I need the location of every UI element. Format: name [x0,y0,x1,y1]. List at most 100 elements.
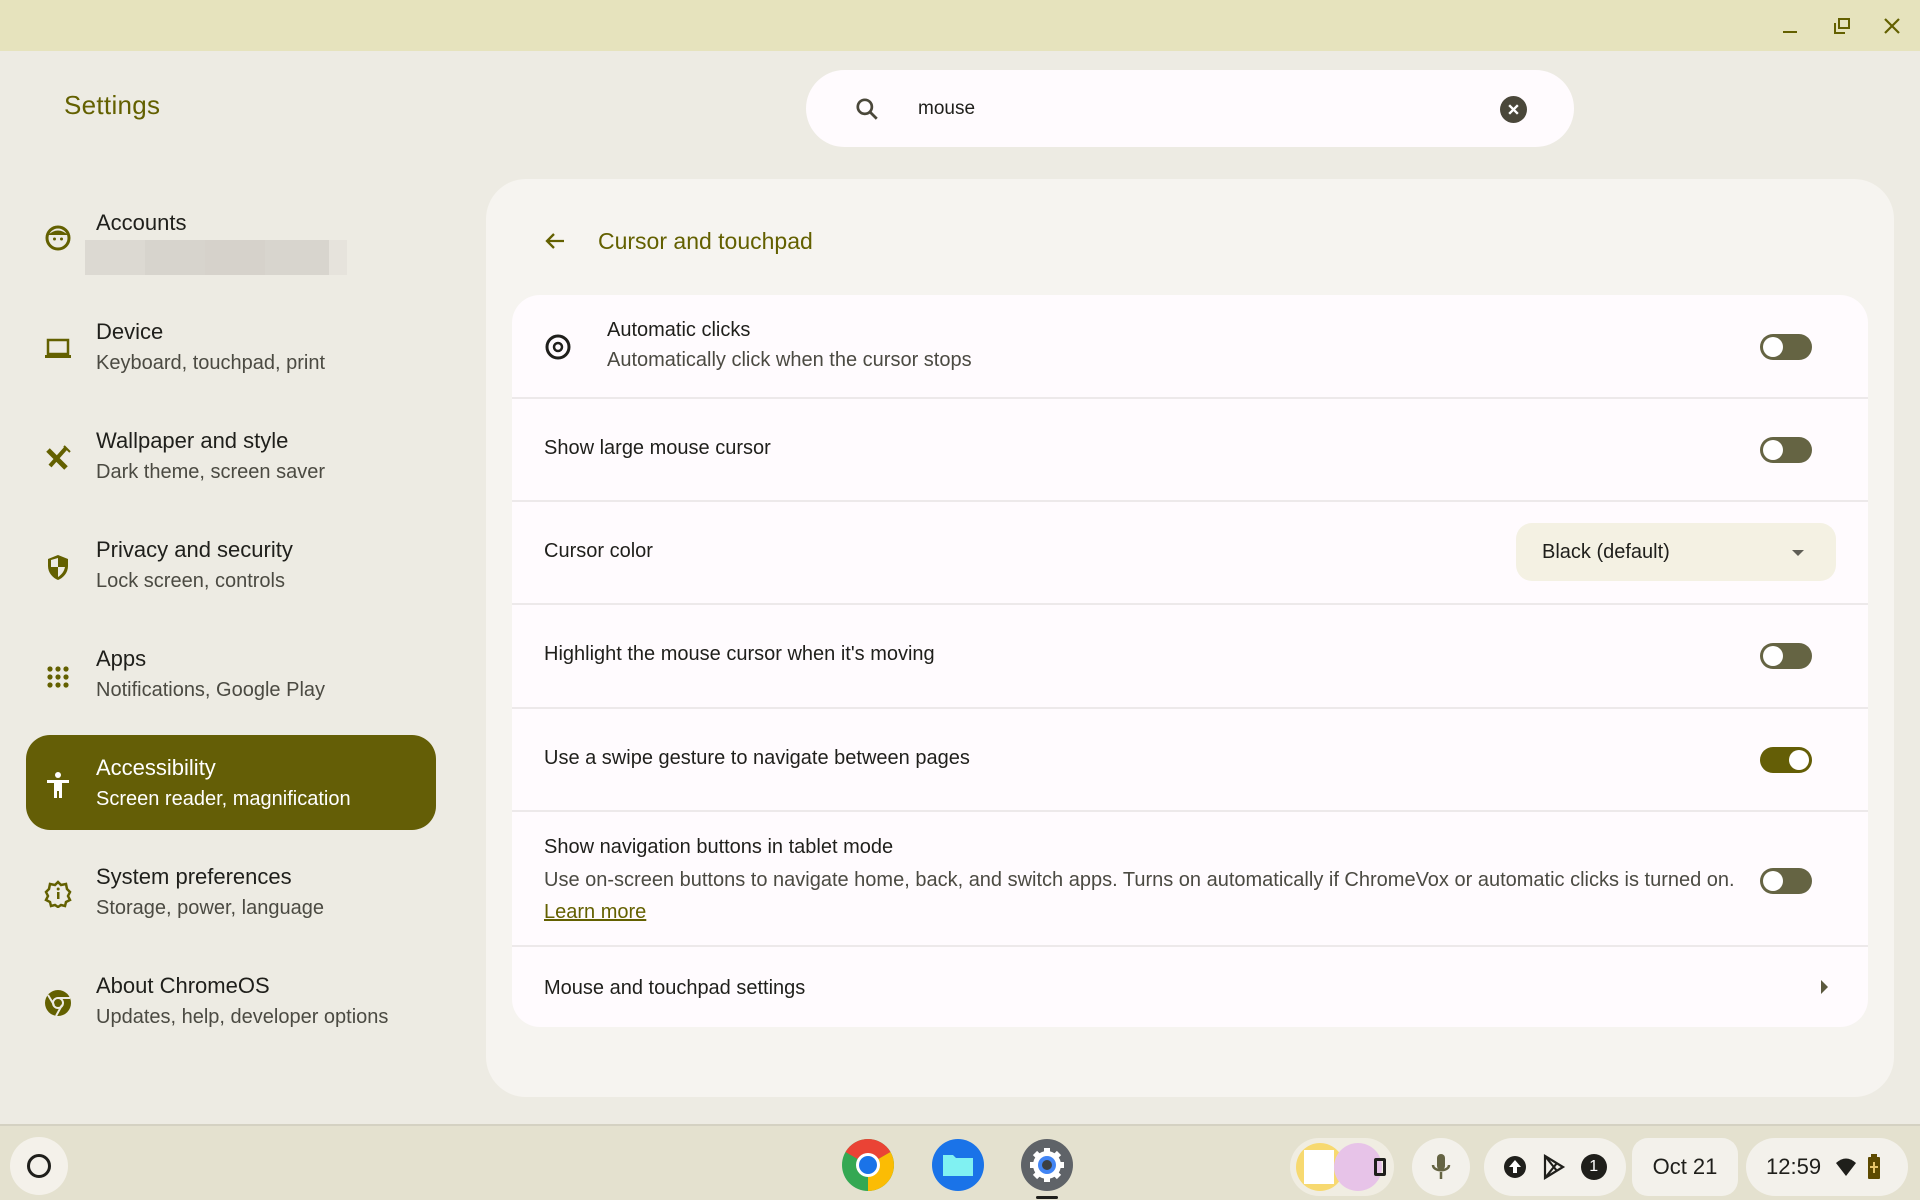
highlight-cursor-toggle[interactable] [1760,643,1812,669]
row-title: Use a swipe gesture to navigate between … [544,747,970,769]
sidebar-item-about-chromeos[interactable]: About ChromeOS Updates, help, developer … [26,953,436,1048]
sidebar-item-sub: Dark theme, screen saver [96,461,325,483]
toggle-knob [1763,440,1783,460]
sidebar-item-label: About ChromeOS [96,973,270,998]
toggle-knob [1763,646,1783,666]
cursor-color-dropdown[interactable]: Black (default) [1516,523,1836,581]
back-button[interactable] [540,226,570,256]
restore-button[interactable] [1828,12,1856,40]
row-desc: Automatically click when the cursor stop… [607,349,972,371]
shield-icon [44,553,72,581]
clear-search-button[interactable] [1500,96,1527,123]
gear-info-icon [44,880,72,908]
search-input[interactable] [918,90,1478,128]
chrome-app-icon[interactable] [841,1138,895,1192]
minimize-icon [1783,31,1797,33]
minimize-button[interactable] [1776,12,1804,40]
row-title: Show navigation buttons in tablet mode [544,836,894,858]
sidebar-item-sub: Updates, help, developer options [96,1006,389,1028]
sidebar-nav: Accounts Device Keyboard, touchpad, prin… [26,190,436,1062]
highlight-cursor-row[interactable]: Highlight the mouse cursor when it's mov… [512,605,1868,709]
redacted-account-email [85,240,347,275]
apps-grid-icon [44,662,72,690]
close-button[interactable] [1878,12,1906,40]
holding-space-tray[interactable] [1290,1138,1394,1196]
status-icons-tray[interactable]: 1 [1484,1138,1626,1196]
sidebar-item-wallpaper[interactable]: Wallpaper and style Dark theme, screen s… [26,408,436,503]
launcher-button[interactable] [10,1137,68,1195]
active-app-indicator [1036,1196,1058,1199]
title-bar [0,0,1920,51]
row-desc: Use on-screen buttons to navigate home, … [544,864,1744,928]
sidebar-item-label: Apps [96,646,147,671]
automatic-clicks-toggle[interactable] [1760,334,1812,360]
sidebar-item-sub: Lock screen, controls [96,570,285,592]
wifi-icon [1836,1158,1857,1176]
files-app-icon[interactable] [931,1138,985,1192]
sidebar-item-apps[interactable]: Apps Notifications, Google Play [26,626,436,721]
sidebar-item-privacy[interactable]: Privacy and security Lock screen, contro… [26,517,436,612]
tablet-nav-buttons-row[interactable]: Show navigation buttons in tablet mode U… [512,812,1868,947]
large-cursor-row[interactable]: Show large mouse cursor [512,399,1868,502]
google-play-icon [1543,1154,1566,1180]
sidebar-item-label: System preferences [96,864,292,889]
row-desc-text: Use on-screen buttons to navigate home, … [544,869,1735,891]
sidebar-item-label: Accessibility [96,755,216,780]
holding-space-preview [1304,1150,1334,1184]
swipe-gesture-toggle[interactable] [1760,747,1812,773]
subpage-header: Cursor and touchpad [540,221,813,261]
sidebar-item-sub: Notifications, Google Play [96,679,326,701]
phone-hub-icon [1374,1158,1386,1176]
accessibility-icon [44,771,72,799]
cursor-color-row: Cursor color Black (default) [512,502,1868,605]
toggle-knob [1789,750,1809,770]
mouse-touchpad-settings-row[interactable]: Mouse and touchpad settings [512,947,1868,1027]
large-cursor-toggle[interactable] [1760,437,1812,463]
sidebar-item-device[interactable]: Device Keyboard, touchpad, print [26,299,436,394]
date-tray[interactable]: Oct 21 [1632,1138,1738,1196]
time-text: 12:59 [1766,1154,1822,1179]
sidebar-item-sub: Storage, power, language [96,897,324,919]
sidebar-item-label: Accounts [96,210,187,235]
row-title: Mouse and touchpad settings [544,977,806,999]
close-icon [1884,18,1900,34]
account-face-icon [44,224,72,252]
settings-card: Automatic clicks Automatically click whe… [512,295,1868,1027]
sidebar-item-label: Wallpaper and style [96,428,289,453]
app-title: Settings [64,90,161,120]
microphone-icon [1431,1154,1451,1179]
sidebar-item-label: Privacy and security [96,537,293,562]
row-title: Show large mouse cursor [544,437,771,459]
sidebar-item-sub: Keyboard, touchpad, print [96,352,326,374]
dropdown-caret-icon [1792,550,1804,556]
battery-icon [1868,1154,1881,1179]
chrome-icon [44,989,72,1017]
date-text: Oct 21 [1652,1154,1718,1179]
tablet-nav-buttons-toggle[interactable] [1760,868,1812,894]
toggle-knob [1763,871,1783,891]
automatic-clicks-row[interactable]: Automatic clicks Automatically click whe… [512,295,1868,399]
search-box[interactable] [806,70,1574,147]
update-icon [1504,1156,1527,1178]
learn-more-link[interactable]: Learn more [544,901,646,923]
auto-click-icon [545,334,571,360]
notification-count-badge: 1 [1580,1154,1607,1180]
dropdown-value: Black (default) [1542,541,1670,563]
settings-app-icon[interactable] [1020,1138,1074,1192]
row-title: Automatic clicks [607,319,751,341]
back-arrow-icon [545,233,564,249]
sidebar-item-accounts[interactable]: Accounts [26,190,436,285]
sidebar-item-accessibility[interactable]: Accessibility Screen reader, magnificati… [26,735,436,830]
dictation-button[interactable] [1412,1138,1470,1196]
sidebar-item-label: Device [96,319,164,344]
swipe-gesture-row[interactable]: Use a swipe gesture to navigate between … [512,709,1868,812]
chevron-right-icon [1821,980,1828,994]
sidebar-item-system-preferences[interactable]: System preferences Storage, power, langu… [26,844,436,939]
page-title: Cursor and touchpad [598,227,813,254]
main-panel: Cursor and touchpad Automatic clicks Aut… [486,179,1894,1097]
laptop-icon [44,335,72,363]
paint-ruler-icon [44,444,72,472]
launcher-icon [27,1154,51,1178]
system-tray[interactable]: 12:59 [1746,1138,1908,1196]
sidebar-item-sub: Screen reader, magnification [96,788,351,810]
